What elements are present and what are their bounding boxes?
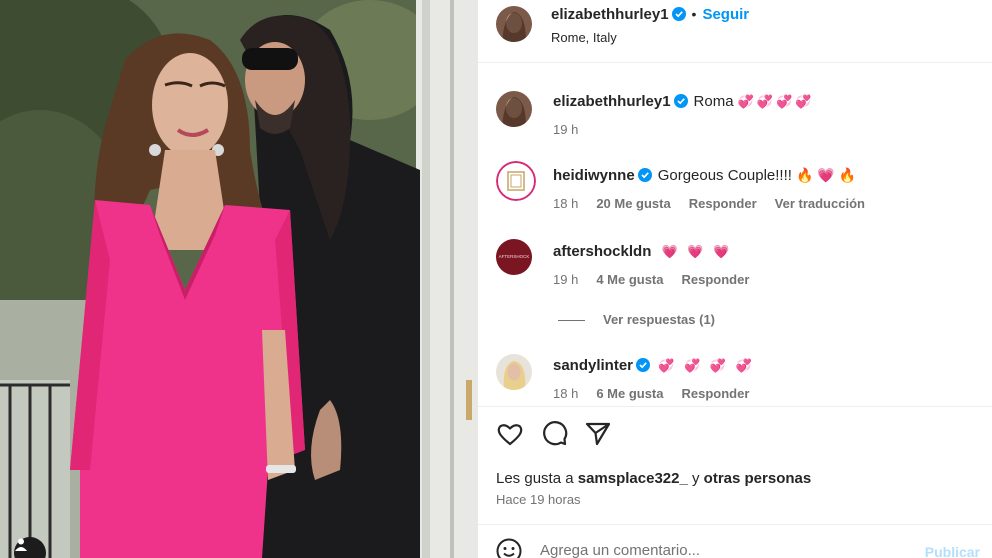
post-photo[interactable] (0, 0, 478, 558)
comment-likes[interactable]: 6 Me gusta (596, 386, 663, 401)
verified-badge-icon (671, 7, 686, 21)
smiley-icon[interactable] (496, 538, 522, 558)
svg-text:AFTERSHOCK: AFTERSHOCK (499, 254, 530, 259)
post-details-panel: elizabethhurley1 • Seguir Rome, Italy eliz… (478, 0, 992, 558)
photo-illustration (0, 0, 478, 558)
comment-username[interactable]: aftershockldn (553, 243, 651, 260)
reply-button[interactable]: Responder (689, 196, 757, 211)
verified-badge-icon (673, 94, 688, 108)
comment-composer: Publicar (496, 538, 980, 558)
comment-likes[interactable]: 20 Me gusta (596, 196, 670, 211)
actions-divider (478, 406, 992, 407)
liker-username[interactable]: samsplace322_ (578, 470, 688, 487)
comment-bubble-icon[interactable] (540, 420, 568, 448)
post-location[interactable]: Rome, Italy (551, 30, 617, 45)
likes-mid: y (692, 470, 700, 487)
comment-divider (478, 524, 992, 525)
comment-emoji: 🔥 💗 🔥 (796, 167, 857, 183)
comment-avatar[interactable] (496, 354, 532, 390)
comment-time[interactable]: 18 h (553, 386, 578, 401)
comment-emoji: 💗 💗 💗 (661, 244, 733, 259)
comment-input[interactable] (540, 542, 920, 558)
post-header: elizabethhurley1 • Seguir Rome, Italy (478, 0, 992, 63)
comment-username[interactable]: sandylinter (553, 357, 633, 374)
caption-text: Roma (693, 93, 734, 110)
comment-avatar[interactable]: AFTERSHOCK (496, 239, 532, 275)
verified-badge-icon (636, 358, 651, 372)
caption-username[interactable]: elizabethhurley1 (553, 93, 671, 110)
caption-emoji: 💞💞💞💞 (737, 94, 815, 109)
verified-badge-icon (637, 168, 652, 182)
reply-button[interactable]: Responder (682, 386, 750, 401)
see-translation-button[interactable]: Ver traducción (775, 196, 865, 211)
other-likers-link[interactable]: otras personas (704, 470, 812, 487)
replies-divider (558, 320, 585, 322)
likes-summary: Les gusta a samsplace322_ y otras person… (496, 470, 811, 487)
comment-avatar[interactable] (496, 161, 536, 201)
comment-likes[interactable]: 4 Me gusta (596, 272, 663, 287)
comment-emoji: 💞 💞 💞 💞 (658, 358, 755, 373)
likes-prefix: Les gusta a (496, 470, 574, 487)
heart-outline-icon[interactable] (496, 420, 524, 448)
reply-button[interactable]: Responder (682, 272, 750, 287)
view-replies-label: Ver respuestas (1) (603, 312, 716, 327)
author-username[interactable]: elizabethhurley1 (551, 6, 669, 23)
post-actions (496, 420, 612, 450)
caption-avatar[interactable] (496, 91, 532, 127)
author-avatar[interactable] (496, 6, 532, 42)
comment-time[interactable]: 19 h (553, 272, 578, 287)
follow-button[interactable]: Seguir (702, 6, 749, 23)
comment-text: Gorgeous Couple!!!! (657, 167, 792, 184)
publish-button[interactable]: Publicar (925, 544, 980, 558)
comment-time[interactable]: 18 h (553, 196, 578, 211)
paper-plane-icon[interactable] (584, 420, 612, 448)
caption-time[interactable]: 19 h (553, 122, 578, 137)
view-replies-button[interactable]: Ver respuestas (1) (558, 312, 715, 327)
comment-username[interactable]: heidiwynne (553, 167, 635, 184)
post-timestamp[interactable]: Hace 19 horas (496, 492, 581, 507)
header-separator: • (691, 6, 697, 22)
